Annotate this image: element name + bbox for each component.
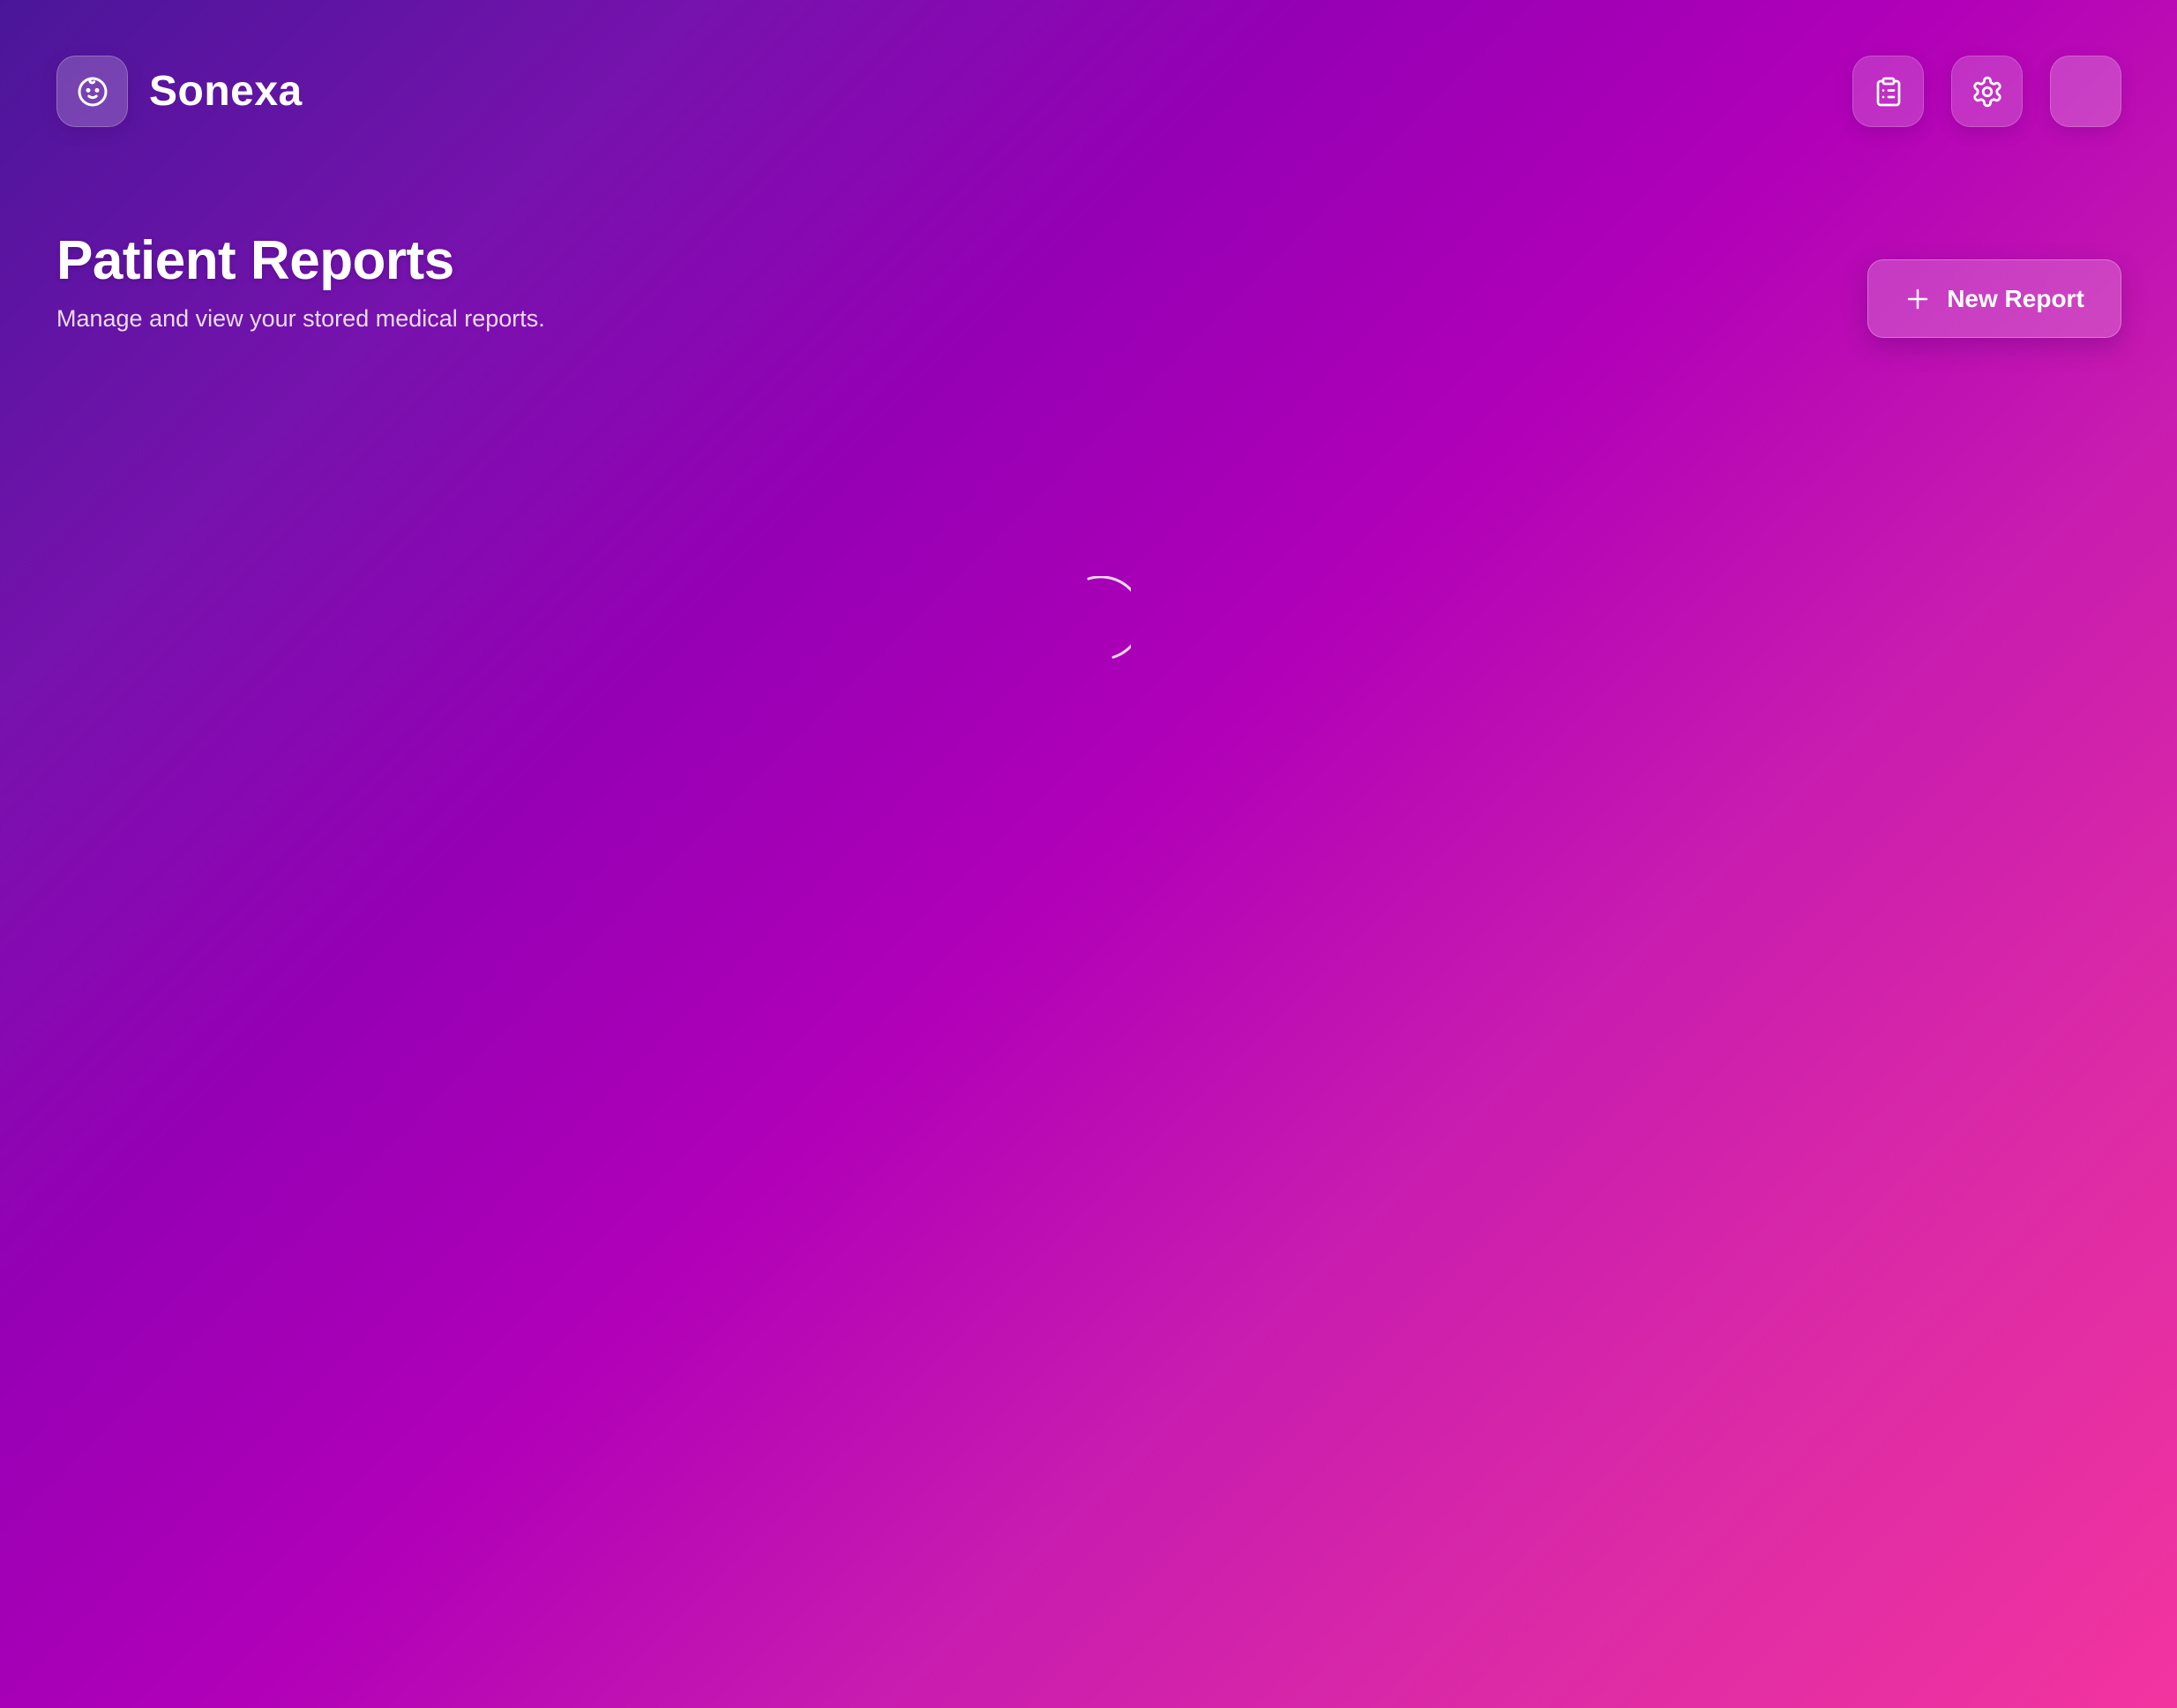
gear-icon: [1972, 76, 2001, 107]
settings-button[interactable]: [1951, 56, 2023, 127]
new-report-label: New Report: [1947, 284, 2084, 312]
app-name: Sonexa: [149, 68, 303, 115]
new-report-button[interactable]: New Report: [1867, 259, 2121, 338]
header-actions: [1852, 56, 2121, 127]
brand: Sonexa: [56, 56, 303, 127]
avatar[interactable]: [2050, 56, 2121, 127]
page-subtitle: Manage and view your stored medical repo…: [56, 305, 545, 332]
clipboard-list-icon: [1876, 77, 1900, 106]
app-logo[interactable]: [56, 56, 128, 127]
reports-button[interactable]: [1852, 56, 1924, 127]
plus-icon: [1907, 288, 1928, 309]
page-title: Patient Reports: [56, 230, 454, 291]
baby-face-icon: [78, 77, 107, 106]
app-header: Sonexa: [56, 56, 2121, 127]
page-header: Patient Reports Manage and view your sto…: [56, 228, 545, 333]
loading-spinner: [1087, 576, 1131, 659]
